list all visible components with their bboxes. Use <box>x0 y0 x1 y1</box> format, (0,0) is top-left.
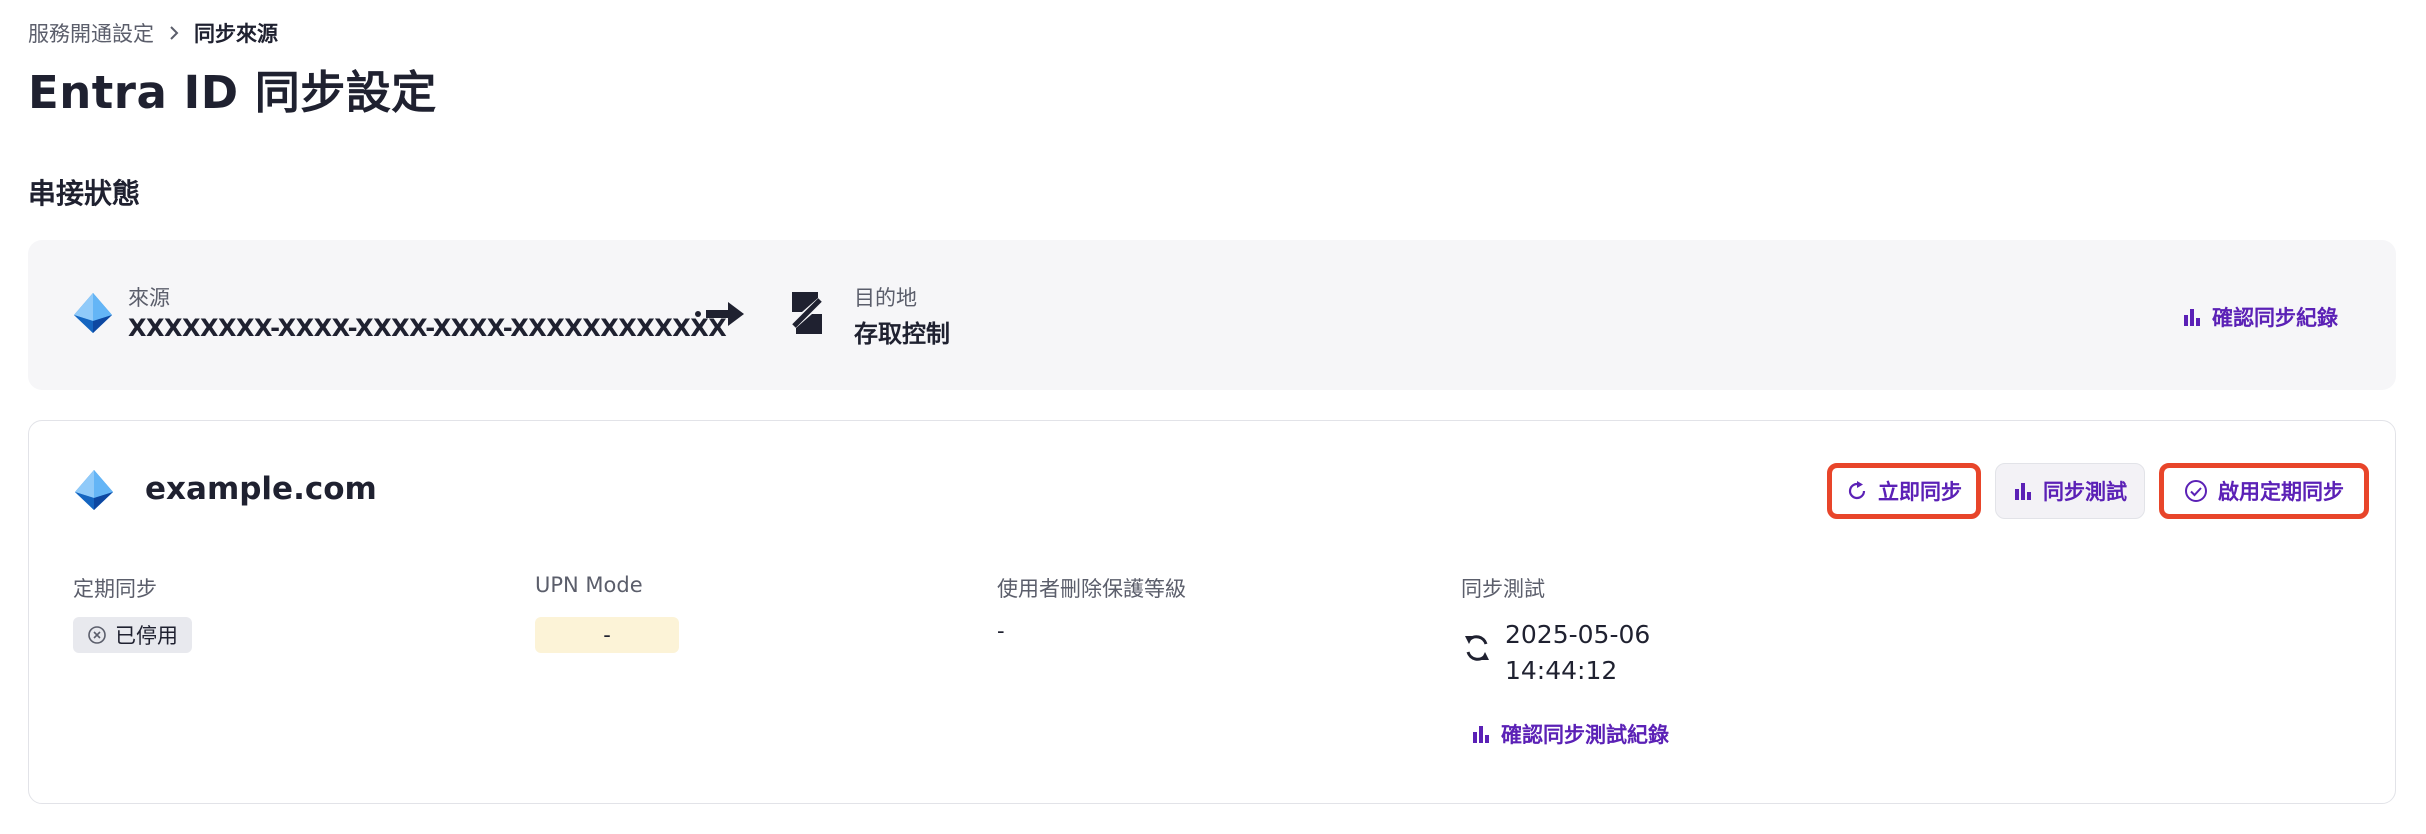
bar-chart-icon <box>2015 483 2031 500</box>
delete-protection-value: - <box>997 619 1005 643</box>
sync-icon <box>1465 635 1489 661</box>
enable-scheduled-sync-button[interactable]: 啟用定期同步 <box>2159 463 2369 519</box>
sync-now-button[interactable]: 立即同步 <box>1827 463 1981 519</box>
breadcrumb: 服務開通設定 同步來源 <box>28 18 278 48</box>
upn-mode-label: UPN Mode <box>535 573 643 597</box>
entra-id-logo-icon <box>74 293 112 333</box>
enable-scheduled-sync-label: 啟用定期同步 <box>2218 480 2344 504</box>
sync-test-log-link[interactable]: 確認同步測試紀錄 <box>1471 719 1669 749</box>
sync-test-field-label: 同步測試 <box>1461 577 1545 601</box>
sync-test-time: 14:44:12 <box>1505 656 1618 685</box>
scheduled-sync-label: 定期同步 <box>73 577 157 601</box>
domain-name: example.com <box>145 471 377 507</box>
bar-chart-icon <box>2184 309 2200 326</box>
delete-protection-label: 使用者刪除保護等級 <box>997 577 1186 601</box>
connection-status-title: 串接狀態 <box>28 177 141 210</box>
chevron-right-icon <box>168 25 180 41</box>
sync-test-label: 同步測試 <box>2043 480 2127 504</box>
scheduled-sync-status-badge: 已停用 <box>73 617 192 653</box>
bar-chart-icon <box>1473 726 1489 743</box>
x-circle-icon <box>88 626 106 644</box>
upn-mode-badge: - <box>535 617 679 653</box>
connection-status-card: 來源 XXXXXXXX-XXXX-XXXX-XXXX-XXXXXXXXXXXX … <box>28 240 2396 390</box>
source-value: XXXXXXXX-XXXX-XXXX-XXXX-XXXXXXXXXXXX <box>128 314 727 342</box>
scheduled-sync-status-text: 已停用 <box>115 624 178 648</box>
sync-test-log-link-label: 確認同步測試紀錄 <box>1501 723 1669 747</box>
page-title: Entra ID 同步設定 <box>28 66 437 119</box>
sync-test-date: 2025-05-06 <box>1505 620 1651 649</box>
source-label: 來源 <box>128 286 170 310</box>
entra-id-logo-icon <box>75 470 113 510</box>
destination-value: 存取控制 <box>854 320 950 348</box>
sync-log-link[interactable]: 確認同步紀錄 <box>2182 302 2338 332</box>
domain-card: example.com 立即同步 同步測試 啟用定期同步 定期同步 已停用 UP… <box>28 420 2396 804</box>
sync-now-label: 立即同步 <box>1878 480 1962 504</box>
arrow-right-icon <box>695 302 744 326</box>
breadcrumb-parent-link[interactable]: 服務開通設定 <box>28 18 154 48</box>
breadcrumb-current: 同步來源 <box>194 22 278 46</box>
sync-test-button[interactable]: 同步測試 <box>1995 463 2145 519</box>
access-control-logo-icon <box>792 292 822 334</box>
refresh-icon <box>1848 481 1866 500</box>
destination-label: 目的地 <box>854 286 917 310</box>
sync-test-datetime: 2025-05-06 14:44:12 <box>1505 617 1650 689</box>
check-circle-icon <box>2185 480 2207 502</box>
sync-log-link-label: 確認同步紀錄 <box>2212 306 2338 330</box>
